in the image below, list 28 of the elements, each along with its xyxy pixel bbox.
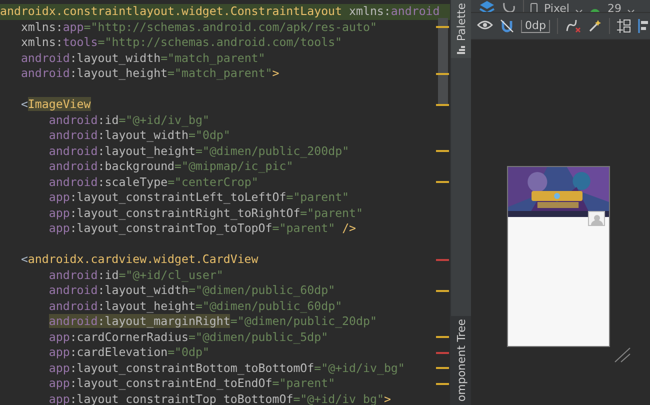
- code-line: app:layout_constraintBottom_toBottomOf="@+id/iv_bg": [48, 360, 405, 376]
- code-line: <androidx.cardview.widget.CardView: [20, 252, 258, 268]
- code-line: xmlns:app="http://schemas.android.com/apk/res-auto": [20, 20, 377, 35]
- code-line: xmlns:tools="http://schemas.android.com/tools": [20, 35, 342, 50]
- code-line: android:background="@mipmap/ic_pic": [48, 159, 294, 174]
- default-margin-field[interactable]: 0dp: [521, 20, 550, 32]
- code-line: app:layout_constraintTop_toBottomOf="@+id/iv_bg">: [48, 392, 391, 405]
- code-line: app:layout_constraintLeft_toLeftOf="parent": [48, 190, 350, 206]
- code-line: android:layout_width="@dimen/public_60dp": [48, 283, 336, 298]
- code-line: android:layout_height="@dimen/public_60dp": [48, 298, 342, 314]
- device-selector[interactable]: Pixel: [544, 2, 570, 12]
- code-line: app:layout_constraintRight_toRightOf="parent": [48, 206, 363, 221]
- code-line: app:layout_constraintEnd_toEndOf="parent": [48, 376, 336, 392]
- code-line: app:cardCornerRadius="@dimen/public_5dp": [48, 330, 328, 345]
- code-line: <ImageView: [20, 97, 91, 112]
- code-line: app:cardElevation="0dp": [48, 345, 210, 360]
- code-line: android:id="@+id/cl_user": [48, 268, 224, 283]
- code-line: android:id="@+id/iv_bg": [48, 112, 210, 128]
- api-level-selector[interactable]: 29: [607, 2, 622, 12]
- code-line: android:layout_height="@dimen/public_200dp": [48, 144, 350, 159]
- code-line: app:layout_constraintTop_toTopOf="parent" />: [48, 221, 356, 236]
- component-tree-tab[interactable]: omponent Tree: [451, 316, 471, 405]
- code-line: android:layout_width="0dp": [48, 128, 230, 144]
- code-line: android:layout_width="match_parent": [20, 50, 266, 66]
- code-line: android:layout_height="match_parent">: [20, 66, 280, 82]
- code-line: android:scaleType="centerCrop": [48, 174, 258, 190]
- palette-tab[interactable]: Palette: [451, 0, 471, 58]
- code-line: android:layout_marginRight="@dimen/public_20dp": [48, 314, 377, 330]
